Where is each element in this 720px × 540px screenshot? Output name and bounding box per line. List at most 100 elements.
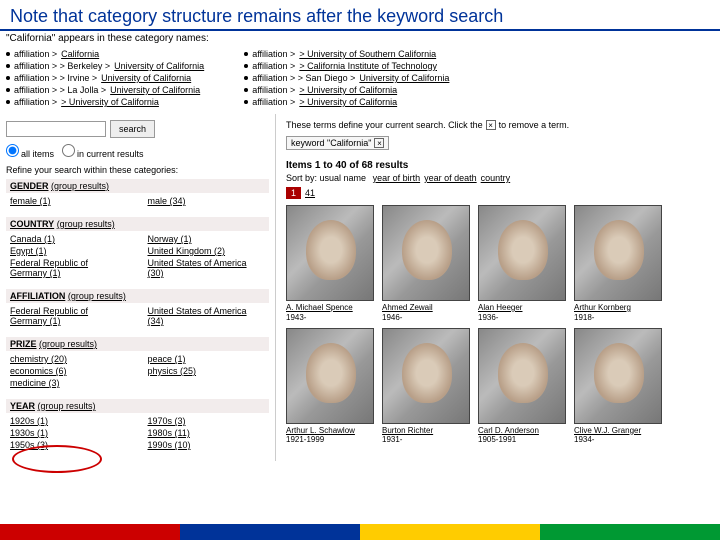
search-button[interactable]: search [110, 120, 155, 138]
facet-title: PRIZE (group results) [6, 337, 269, 351]
person-name-link[interactable]: Arthur Kornberg [574, 303, 664, 313]
terms-line: These terms define your current search. … [286, 120, 714, 130]
facet-item[interactable]: economics (6) [10, 365, 128, 377]
cat-link[interactable]: University of California [359, 73, 449, 83]
facet-item[interactable]: Norway (1) [148, 233, 266, 245]
page-current: 1 [286, 187, 301, 199]
facet-item[interactable]: Egypt (1) [10, 245, 128, 257]
facet-item[interactable]: Federal Republic of Germany (1) [10, 305, 128, 327]
portrait-image[interactable] [382, 205, 470, 301]
cat-link[interactable]: > California Institute of Technology [299, 61, 437, 71]
bullet-icon [6, 64, 10, 68]
facet-country: COUNTRY (group results) Canada (1)Egypt (… [6, 217, 269, 281]
facet-item[interactable]: 1990s (10) [148, 439, 266, 451]
group-results-link[interactable]: (group results) [38, 401, 96, 411]
facet-item[interactable]: 1950s (3) [10, 439, 128, 451]
bullet-icon [6, 52, 10, 56]
result-card: Arthur Kornberg1918- [574, 205, 664, 322]
cat-link[interactable]: > University of California [299, 97, 397, 107]
person-name-link[interactable]: Burton Richter [382, 426, 472, 436]
portrait-image[interactable] [382, 328, 470, 424]
person-name-link[interactable]: A. Michael Spence [286, 303, 376, 313]
person-name-link[interactable]: Arthur L. Schawlow [286, 426, 376, 436]
cat-row: affiliation > > Irvine > University of C… [6, 72, 204, 84]
radio-current-results[interactable]: in current results [62, 144, 144, 159]
refine-heading: Refine your search within these categori… [6, 165, 269, 175]
cat-link[interactable]: University of California [114, 61, 204, 71]
cat-row: affiliation > > University of California [244, 84, 449, 96]
portrait-image[interactable] [286, 328, 374, 424]
close-icon[interactable]: × [486, 120, 496, 130]
person-name-link[interactable]: Alan Heeger [478, 303, 568, 313]
bullet-icon [6, 100, 10, 104]
person-years: 1934- [574, 435, 664, 444]
person-name-link[interactable]: Carl D. Anderson [478, 426, 568, 436]
person-name-link[interactable]: Clive W.J. Granger [574, 426, 664, 436]
sort-option[interactable]: year of death [424, 173, 477, 183]
person-years: 1946- [382, 313, 472, 322]
bullet-icon [244, 76, 248, 80]
person-years: 1918- [574, 313, 664, 322]
cat-link[interactable]: California [61, 49, 99, 59]
facet-item[interactable]: chemistry (20) [10, 353, 128, 365]
cat-link[interactable]: > University of California [61, 97, 159, 107]
sort-option[interactable]: year of birth [373, 173, 421, 183]
result-card: A. Michael Spence1943- [286, 205, 376, 322]
facet-item[interactable]: 1970s (3) [148, 415, 266, 427]
facet-item[interactable]: medicine (3) [10, 377, 128, 389]
result-card: Ahmed Zewail1946- [382, 205, 472, 322]
facet-item[interactable]: female (1) [10, 195, 128, 207]
search-input[interactable] [6, 121, 106, 137]
facet-item[interactable]: male (34) [148, 195, 266, 207]
footer-stripes [0, 524, 720, 540]
facet-item[interactable]: Canada (1) [10, 233, 128, 245]
pager: 1 41 [286, 187, 714, 199]
portrait-image[interactable] [574, 328, 662, 424]
page-link[interactable]: 41 [305, 188, 315, 198]
search-box: search [6, 120, 269, 138]
radio-all-items[interactable]: all items [6, 144, 54, 159]
person-name-link[interactable]: Ahmed Zewail [382, 303, 472, 313]
facet-affiliation: AFFILIATION (group results) Federal Repub… [6, 289, 269, 329]
cat-link[interactable]: University of California [110, 85, 200, 95]
facet-prize: PRIZE (group results) chemistry (20)econo… [6, 337, 269, 391]
facet-item[interactable]: 1980s (11) [148, 427, 266, 439]
facet-item[interactable]: Federal Republic of Germany (1) [10, 257, 128, 279]
facet-item[interactable]: 1920s (1) [10, 415, 128, 427]
group-results-link[interactable]: (group results) [51, 181, 109, 191]
facet-item[interactable]: physics (25) [148, 365, 266, 377]
facet-title: COUNTRY (group results) [6, 217, 269, 231]
cat-link[interactable]: > University of California [299, 85, 397, 95]
cat-link[interactable]: > University of Southern California [299, 49, 436, 59]
cat-row: affiliation > > Berkeley > University of… [6, 60, 204, 72]
category-matches: "California" appears in these category n… [0, 31, 720, 108]
remove-chip-icon[interactable]: × [374, 138, 384, 148]
person-years: 1905-1991 [478, 435, 568, 444]
cat-row: affiliation > > University of California [6, 96, 204, 108]
facet-item[interactable]: United States of America (30) [148, 257, 266, 279]
facet-item[interactable]: United Kingdom (2) [148, 245, 266, 257]
facet-item[interactable]: peace (1) [148, 353, 266, 365]
facet-item[interactable]: United States of America (34) [148, 305, 266, 327]
sort-option[interactable]: country [481, 173, 511, 183]
portrait-image[interactable] [478, 205, 566, 301]
portrait-image[interactable] [574, 205, 662, 301]
facet-title: AFFILIATION (group results) [6, 289, 269, 303]
bullet-icon [244, 88, 248, 92]
group-results-link[interactable]: (group results) [68, 291, 126, 301]
facet-item[interactable]: 1930s (1) [10, 427, 128, 439]
person-years: 1943- [286, 313, 376, 322]
portrait-image[interactable] [478, 328, 566, 424]
portrait-image[interactable] [286, 205, 374, 301]
result-card: Burton Richter1931- [382, 328, 472, 445]
cat-col-right: affiliation > > University of Southern C… [244, 48, 449, 108]
cat-link[interactable]: University of California [101, 73, 191, 83]
group-results-link[interactable]: (group results) [57, 219, 115, 229]
result-card: Alan Heeger1936- [478, 205, 568, 322]
group-results-link[interactable]: (group results) [39, 339, 97, 349]
bullet-icon [244, 100, 248, 104]
results-count: Items 1 to 40 of 68 results [286, 160, 714, 171]
radio-all-input[interactable] [6, 144, 19, 157]
cat-row: affiliation > > La Jolla > University of… [6, 84, 204, 96]
radio-current-input[interactable] [62, 144, 75, 157]
